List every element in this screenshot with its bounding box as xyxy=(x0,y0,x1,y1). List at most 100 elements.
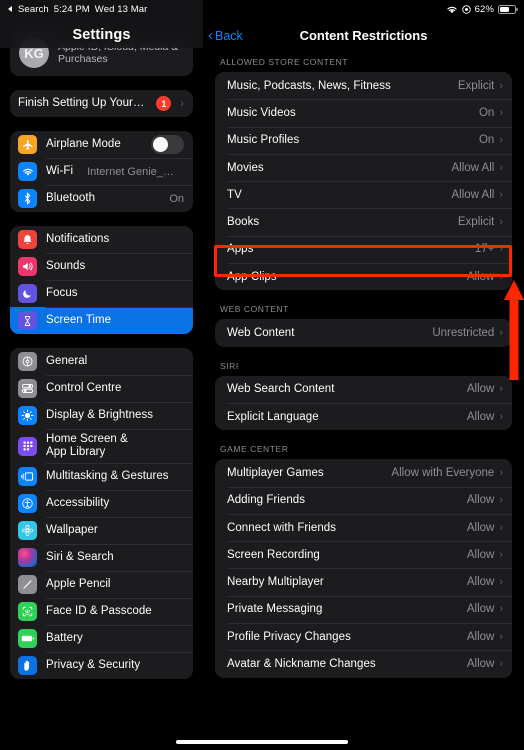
sidebar-item-bluetooth[interactable]: Bluetooth On xyxy=(10,185,193,212)
chevron-right-icon: › xyxy=(499,657,503,670)
sidebar-item-label: Display & Brightness xyxy=(46,409,154,421)
row-label: Web Search Content xyxy=(227,383,335,396)
row-label: Music Profiles xyxy=(227,134,300,147)
row-label: Music Videos xyxy=(227,106,296,119)
row-label: Private Messaging xyxy=(227,603,323,616)
home-indicator xyxy=(176,740,348,744)
row-connect-with-friends[interactable]: Connect with Friends Allow › xyxy=(215,513,512,541)
sidebar-item-label: Battery xyxy=(46,632,83,644)
bluetooth-value: On xyxy=(169,192,184,205)
sidebar-item-home-screen[interactable]: Home Screen & App Library xyxy=(10,429,193,463)
sidebar-item-wifi[interactable]: Wi-Fi Internet Genie_5G… xyxy=(10,158,193,185)
home-screen-grid-icon xyxy=(18,436,37,456)
back-triangle-icon[interactable] xyxy=(8,6,12,12)
row-books[interactable]: Books Explicit › xyxy=(215,208,512,235)
status-badge: 1 xyxy=(156,96,172,111)
row-multiplayer-games[interactable]: Multiplayer Games Allow with Everyone › xyxy=(215,459,512,486)
sidebar-item-label: Face ID & Passcode xyxy=(46,605,152,617)
row-app-clips[interactable]: App Clips Allow › xyxy=(215,263,512,290)
row-avatar-nickname-changes[interactable]: Avatar & Nickname Changes Allow › xyxy=(215,650,512,677)
row-music-videos[interactable]: Music Videos On › xyxy=(215,99,512,126)
row-apps[interactable]: Apps 17+ › xyxy=(215,235,512,263)
row-value: Allow xyxy=(466,383,495,396)
group-web-content: Web Content Unrestricted › xyxy=(215,319,512,347)
row-screen-recording[interactable]: Screen Recording Allow › xyxy=(215,541,512,568)
row-value: 17+ xyxy=(474,243,495,256)
group-siri: Web Search Content Allow › Explicit Lang… xyxy=(215,375,512,431)
sidebar-item-display-brightness[interactable]: Display & Brightness xyxy=(10,402,193,429)
row-tv[interactable]: TV Allow All › xyxy=(215,181,512,208)
sidebar-item-face-id[interactable]: Face ID & Passcode xyxy=(10,598,193,625)
sidebar-item-battery[interactable]: Battery xyxy=(10,625,193,652)
sidebar-item-multitasking[interactable]: Multitasking & Gestures xyxy=(10,463,193,490)
sidebar-item-wallpaper[interactable]: Wallpaper xyxy=(10,517,193,544)
sidebar-item-accessibility[interactable]: Accessibility xyxy=(10,490,193,517)
airplane-mode-toggle[interactable] xyxy=(151,135,184,154)
sidebar-item-control-centre[interactable]: Control Centre xyxy=(10,375,193,402)
detail-pane[interactable]: ‹ Back Content Restrictions ALLOWED STOR… xyxy=(203,0,524,750)
row-explicit-language[interactable]: Explicit Language Allow › xyxy=(215,402,512,430)
row-private-messaging[interactable]: Private Messaging Allow › xyxy=(215,595,512,623)
row-nearby-multiplayer[interactable]: Nearby Multiplayer Allow › xyxy=(215,568,512,595)
sidebar-item-finish-setup[interactable]: Finish Setting Up Your… 1 › xyxy=(10,90,193,117)
chevron-left-icon: ‹ xyxy=(208,27,213,44)
row-web-content[interactable]: Web Content Unrestricted › xyxy=(215,319,512,346)
settings-sidebar[interactable]: KG Apple ID, iCloud, Media & Purchases F… xyxy=(0,0,203,750)
row-web-search-content[interactable]: Web Search Content Allow › xyxy=(215,376,512,403)
battery-percent-label: 62% xyxy=(474,3,494,15)
sidebar-item-label: Screen Time xyxy=(46,314,112,326)
row-movies[interactable]: Movies Allow All › xyxy=(215,153,512,181)
row-label: Connect with Friends xyxy=(227,521,337,534)
sidebar-item-apple-pencil[interactable]: Apple Pencil xyxy=(10,571,193,598)
sidebar-item-notifications[interactable]: Notifications xyxy=(10,226,193,253)
sidebar-item-privacy-security[interactable]: Privacy & Security xyxy=(10,652,193,679)
row-profile-privacy-changes[interactable]: Profile Privacy Changes Allow › xyxy=(215,623,512,650)
row-label: Nearby Multiplayer xyxy=(227,576,324,589)
chevron-right-icon: › xyxy=(499,188,503,201)
group-allowed-store-content: Music, Podcasts, News, Fitness Explicit … xyxy=(215,72,512,291)
detail-scroll[interactable]: ALLOWED STORE CONTENT Music, Podcasts, N… xyxy=(203,48,524,678)
status-back-app-label[interactable]: Search xyxy=(18,4,49,15)
chevron-right-icon: › xyxy=(499,106,503,119)
location-icon xyxy=(461,4,471,14)
status-date: Wed 13 Mar xyxy=(94,3,148,15)
row-label: Avatar & Nickname Changes xyxy=(227,657,376,670)
airplane-icon xyxy=(18,135,37,154)
row-adding-friends[interactable]: Adding Friends Allow › xyxy=(215,486,512,514)
row-value: Allow xyxy=(466,521,495,534)
sidebar-item-label: Apple Pencil xyxy=(46,578,111,590)
apple-pencil-icon xyxy=(18,575,37,594)
row-value: Explicit xyxy=(457,216,495,229)
chevron-right-icon: › xyxy=(499,270,503,283)
sounds-speaker-icon xyxy=(18,257,37,276)
sidebar-item-label: Wallpaper xyxy=(46,524,98,536)
row-music-podcasts-news-fitness[interactable]: Music, Podcasts, News, Fitness Explicit … xyxy=(215,72,512,99)
sidebar-item-screen-time[interactable]: Screen Time xyxy=(10,307,193,334)
sidebar-item-focus[interactable]: Focus xyxy=(10,280,193,307)
battery-icon xyxy=(498,4,518,14)
sidebar-item-sounds[interactable]: Sounds xyxy=(10,253,193,280)
row-label: Screen Recording xyxy=(227,548,320,561)
row-label: Movies xyxy=(227,161,264,174)
sidebar-item-airplane-mode[interactable]: Airplane Mode xyxy=(10,131,193,158)
row-label: Adding Friends xyxy=(227,494,306,507)
row-value: Allow xyxy=(466,270,495,283)
sidebar-item-label: Bluetooth xyxy=(46,192,96,204)
row-value: Allow xyxy=(466,548,495,561)
sidebar-group-system: General Control Centre Display & Brightn… xyxy=(10,348,193,679)
row-label: Web Content xyxy=(227,327,295,340)
status-bar: Search 5:24 PM Wed 13 Mar 62% xyxy=(0,0,524,18)
sidebar-scroll[interactable]: KG Apple ID, iCloud, Media & Purchases F… xyxy=(0,0,203,693)
sidebar-item-siri-search[interactable]: Siri & Search xyxy=(10,544,193,571)
sidebar-item-general[interactable]: General xyxy=(10,348,193,375)
back-button[interactable]: ‹ Back xyxy=(208,28,243,43)
focus-moon-icon xyxy=(18,284,37,303)
setup-group: Finish Setting Up Your… 1 › xyxy=(10,90,193,117)
status-bar-right: 62% xyxy=(446,3,518,15)
sidebar-item-label: Sounds xyxy=(46,260,86,272)
row-label: Multiplayer Games xyxy=(227,466,324,479)
section-header-siri: SIRI xyxy=(220,360,239,371)
row-music-profiles[interactable]: Music Profiles On › xyxy=(215,126,512,154)
row-label: Books xyxy=(227,216,260,229)
status-time: 5:24 PM xyxy=(53,3,90,15)
